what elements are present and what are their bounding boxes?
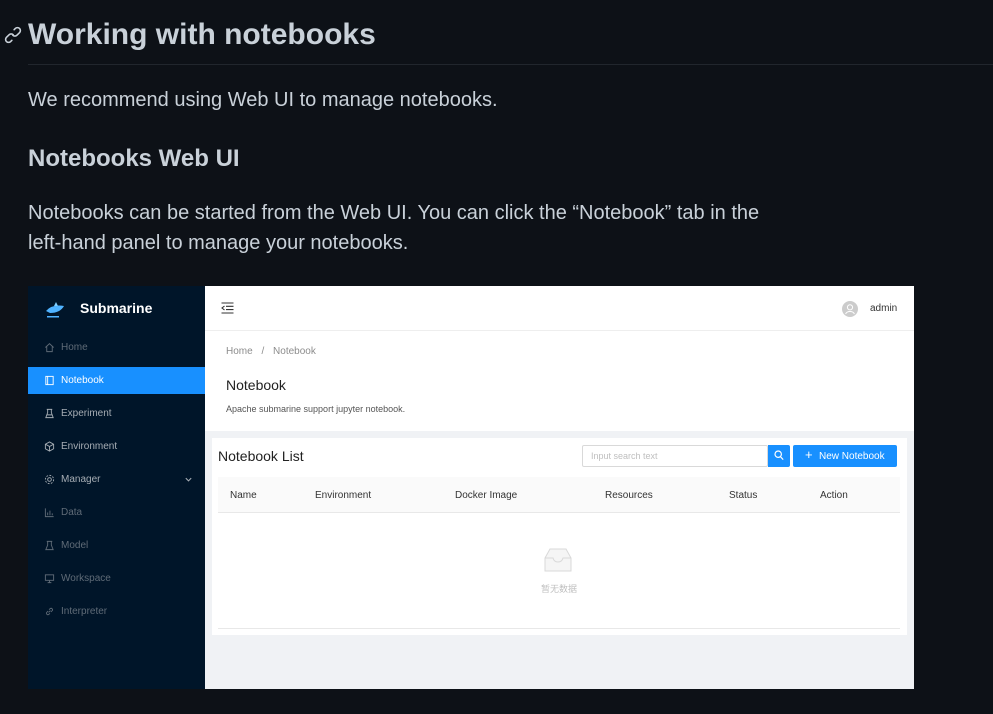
username[interactable]: admin bbox=[870, 303, 897, 314]
search-input[interactable]: Input search text bbox=[582, 445, 768, 467]
search-icon bbox=[774, 450, 784, 461]
brand-name: Submarine bbox=[80, 300, 153, 316]
sidebar-item-label: Experiment bbox=[61, 408, 112, 419]
home-icon bbox=[45, 343, 54, 353]
chevron-down-icon bbox=[185, 477, 192, 482]
book-icon bbox=[45, 375, 54, 386]
page-heading: Working with notebooks bbox=[28, 18, 376, 51]
section-heading-row: Working with notebooks bbox=[0, 14, 993, 58]
sidebar-item-label: Manager bbox=[61, 474, 101, 485]
breadcrumb-current: Notebook bbox=[273, 346, 316, 357]
sidebar-item-home[interactable]: Home bbox=[28, 334, 205, 361]
sidebar-item-model[interactable]: Model bbox=[28, 532, 205, 559]
bar-chart-icon bbox=[44, 508, 54, 518]
empty-text: 暂无数据 bbox=[540, 584, 577, 594]
flask-icon bbox=[45, 408, 54, 419]
column-header-name: Name bbox=[230, 490, 257, 501]
intro-paragraph: We recommend using Web UI to manage note… bbox=[28, 89, 498, 111]
new-notebook-label: New Notebook bbox=[819, 451, 885, 462]
column-header-environment: Environment bbox=[315, 490, 372, 501]
sidebar-item-workspace[interactable]: Workspace bbox=[28, 565, 205, 592]
cube-icon bbox=[44, 441, 55, 452]
submarine-logo-icon bbox=[46, 302, 64, 318]
subheading: Notebooks Web UI bbox=[28, 145, 240, 172]
sidebar-item-label: Data bbox=[61, 507, 83, 518]
heading-divider bbox=[28, 64, 993, 65]
breadcrumb-home[interactable]: Home bbox=[226, 346, 253, 357]
search-button[interactable] bbox=[768, 445, 790, 467]
experiment-icon bbox=[45, 540, 54, 551]
page-header: Home / Notebook Notebook Apache submarin… bbox=[205, 331, 914, 431]
sidebar-item-label: Environment bbox=[61, 441, 118, 452]
desktop-icon bbox=[44, 574, 55, 584]
brand: Submarine bbox=[28, 286, 205, 332]
top-header: admin bbox=[205, 286, 914, 331]
notebook-list-card: Notebook List Input search text + New No… bbox=[212, 438, 907, 635]
menu-fold-icon[interactable] bbox=[221, 302, 234, 314]
column-header-action: Action bbox=[820, 490, 848, 501]
page-description: Apache submarine support jupyter noteboo… bbox=[226, 404, 406, 414]
sidebar-item-label: Home bbox=[61, 342, 88, 353]
card-title: Notebook List bbox=[218, 448, 304, 464]
table-header: Name Environment Docker Image Resources … bbox=[218, 477, 900, 513]
column-header-docker-image: Docker Image bbox=[455, 490, 518, 501]
sidebar-item-label: Workspace bbox=[61, 573, 111, 584]
empty-inbox-icon bbox=[544, 548, 572, 572]
sidebar-item-label: Notebook bbox=[61, 375, 104, 386]
link-icon bbox=[46, 607, 53, 616]
sidebar-item-label: Model bbox=[61, 540, 89, 551]
sidebar-item-data[interactable]: Data bbox=[28, 499, 205, 526]
new-notebook-button[interactable]: + New Notebook bbox=[793, 445, 897, 467]
search-placeholder: Input search text bbox=[591, 451, 658, 461]
table-bottom-border bbox=[218, 628, 900, 629]
settings-icon bbox=[44, 474, 55, 485]
sidebar: Submarine Home Notebook Experiment Envir… bbox=[28, 286, 205, 689]
page-title: Notebook bbox=[226, 377, 286, 393]
document: Working with notebooks We recommend usin… bbox=[0, 0, 993, 714]
breadcrumb: Home / Notebook bbox=[226, 346, 322, 357]
avatar[interactable] bbox=[842, 301, 858, 317]
anchor-link-icon[interactable] bbox=[4, 26, 22, 44]
column-header-status: Status bbox=[729, 490, 758, 501]
breadcrumb-separator: / bbox=[261, 346, 265, 357]
column-header-resources: Resources bbox=[605, 490, 653, 501]
sidebar-item-experiment[interactable]: Experiment bbox=[28, 400, 205, 427]
plus-icon: + bbox=[805, 447, 813, 462]
sidebar-item-manager[interactable]: Manager bbox=[28, 466, 205, 493]
sidebar-item-label: Interpreter bbox=[61, 606, 108, 617]
sidebar-item-notebook[interactable]: Notebook bbox=[28, 367, 205, 394]
webui-screenshot: Submarine Home Notebook Experiment Envir… bbox=[28, 286, 914, 689]
sidebar-item-environment[interactable]: Environment bbox=[28, 433, 205, 460]
body-paragraph: Notebooks can be started from the Web UI… bbox=[28, 202, 760, 254]
sidebar-item-interpreter[interactable]: Interpreter bbox=[28, 598, 205, 625]
